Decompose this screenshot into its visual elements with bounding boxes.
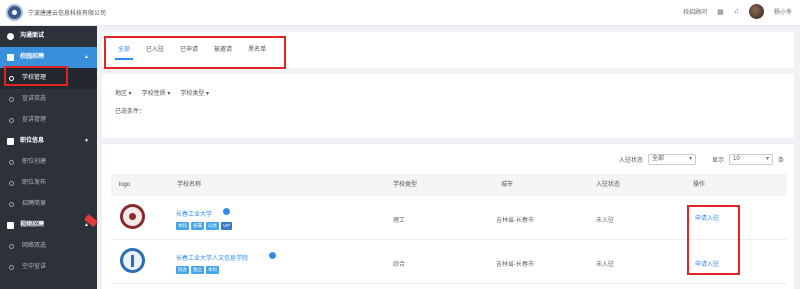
school-tags: 本科 省属 公办 VIP <box>176 222 233 230</box>
user-name[interactable]: 杨小冬 <box>774 7 792 16</box>
tag: 民办 <box>176 266 189 274</box>
filter-panel: 地区 ▾ 学校性质 ▾ 学校类型 ▾ 已选条件： <box>102 74 794 138</box>
sidebar-group-interview[interactable]: 沟通面试 <box>0 26 97 47</box>
sidebar-label: 招聘简章 <box>22 201 47 207</box>
sidebar-label: 校园招聘 <box>20 54 45 60</box>
job-icon <box>7 138 14 145</box>
brand[interactable]: 宁波唐唐云信息科技有限公司 <box>6 4 106 21</box>
grid-icon[interactable]: ▦ <box>717 8 724 16</box>
tag: 公办 <box>206 222 219 230</box>
tag: 独立 <box>191 266 204 274</box>
school-type: 理工 <box>393 218 406 224</box>
bell-icon[interactable]: ♫ <box>734 8 739 15</box>
column-header: 学校类型 <box>393 182 418 188</box>
selected-conditions-label: 已选条件： <box>115 109 146 115</box>
video-icon <box>7 222 14 229</box>
column-header: 入驻状态 <box>596 182 621 188</box>
verified-icon <box>223 208 230 215</box>
filter-region[interactable]: 地区 ▾ <box>115 88 132 97</box>
sidebar-item-presentation-select[interactable]: 宣讲双选 <box>0 89 97 110</box>
filter-school-nature[interactable]: 学校性质 ▾ <box>142 88 171 97</box>
unit-label: 条 <box>777 158 784 164</box>
school-type: 综合 <box>393 262 406 268</box>
tag-vip: VIP <box>221 222 233 230</box>
ring-icon <box>9 202 14 207</box>
school-city: 吉林省-长春市 <box>496 262 534 268</box>
sidebar-label: 视频招聘 <box>20 222 45 228</box>
join-status: 未入驻 <box>596 218 615 224</box>
sidebar-label: 职位创建 <box>22 159 47 165</box>
page-size-select[interactable]: 10 <box>728 154 773 165</box>
column-header: 城市 <box>501 182 514 188</box>
highlight-box-school-management <box>4 66 68 86</box>
sidebar-label: 网络双选 <box>22 243 47 249</box>
sidebar-item-presentation-management[interactable]: 宣讲管理 <box>0 110 97 131</box>
ring-icon <box>9 160 14 165</box>
tag: 省属 <box>191 222 204 230</box>
school-name-link[interactable]: 长春工业大学 <box>176 209 212 218</box>
school-emblem <box>120 204 145 229</box>
column-header: 操作 <box>693 182 706 188</box>
column-header: 学校名称 <box>177 182 202 188</box>
sidebar-label: 职位信息 <box>20 138 45 144</box>
ring-icon <box>9 118 14 123</box>
ring-icon <box>9 97 14 102</box>
display-label: 显示 <box>711 158 724 164</box>
join-status: 未入驻 <box>596 262 615 268</box>
filter-school-type[interactable]: 学校类型 ▾ <box>180 88 209 97</box>
highlight-box-actions <box>687 205 740 275</box>
tag: 本科 <box>176 222 189 230</box>
table-row: 长春工业大学人文信息学院 民办 独立 本科 综合 吉林省-长春市 未入驻 申请入… <box>111 240 787 284</box>
interview-icon <box>7 33 14 40</box>
ring-icon <box>9 181 14 186</box>
sidebar-item-online-select[interactable]: 网络双选 <box>0 236 97 257</box>
sidebar-item-job-publish[interactable]: 职位发布 <box>0 173 97 194</box>
school-tags: 民办 独立 本科 <box>176 266 219 274</box>
table-row: 长春工业大学 本科 省属 公办 VIP 理工 吉林省-长春市 未入驻 申请入驻 <box>111 196 787 240</box>
company-logo <box>6 4 23 21</box>
tag: 本科 <box>206 266 219 274</box>
header-actions: 校招顾问 ▦ ♫ 杨小冬 <box>683 4 792 19</box>
status-filter-select[interactable]: 全部 <box>647 154 696 165</box>
column-header: logo <box>119 182 131 188</box>
top-header: 宁波唐唐云信息科技有限公司 校招顾问 ▦ ♫ 杨小冬 <box>0 0 800 26</box>
highlight-box-tabs <box>104 36 286 69</box>
ring-icon <box>9 265 14 270</box>
sidebar-item-job-create[interactable]: 职位创建 <box>0 152 97 173</box>
ring-icon <box>9 244 14 249</box>
sidebar-label: 宣讲双选 <box>22 96 47 102</box>
sidebar-group-jobs[interactable]: 职位信息 ▼ <box>0 131 97 152</box>
campus-icon <box>7 54 14 61</box>
caret-down-icon: ▼ <box>84 138 89 144</box>
company-name: 宁波唐唐云信息科技有限公司 <box>28 11 107 17</box>
school-emblem <box>120 248 145 273</box>
status-filter-label: 入驻状态 <box>618 158 643 164</box>
sidebar-group-video[interactable]: 视频招聘 ▲ <box>0 214 98 236</box>
sidebar-label: 空中宣讲 <box>22 264 47 270</box>
campus-recruit-link[interactable]: 校招顾问 <box>683 7 707 16</box>
sidebar-label: 职位发布 <box>22 180 47 186</box>
caret-up-icon: ▲ <box>84 54 89 60</box>
table-controls: 入驻状态 全部 显示 10 条 <box>619 154 784 165</box>
verified-icon <box>269 252 276 259</box>
sidebar-item-recruit-brochure[interactable]: 招聘简章 <box>0 194 97 215</box>
school-name-link[interactable]: 长春工业大学人文信息学院 <box>176 253 248 262</box>
table-header: logo 学校名称 学校类型 城市 入驻状态 操作 <box>111 174 787 196</box>
filter-row: 地区 ▾ 学校性质 ▾ 学校类型 ▾ <box>115 88 209 97</box>
avatar[interactable] <box>748 4 764 19</box>
sidebar-group-campus[interactable]: 校园招聘 ▲ <box>0 47 97 68</box>
sidebar-label: 沟通面试 <box>20 33 45 39</box>
school-city: 吉林省-长春市 <box>496 218 534 224</box>
sidebar-label: 宣讲管理 <box>22 117 47 123</box>
sidebar-item-air-presentation[interactable]: 空中宣讲 <box>0 257 97 278</box>
